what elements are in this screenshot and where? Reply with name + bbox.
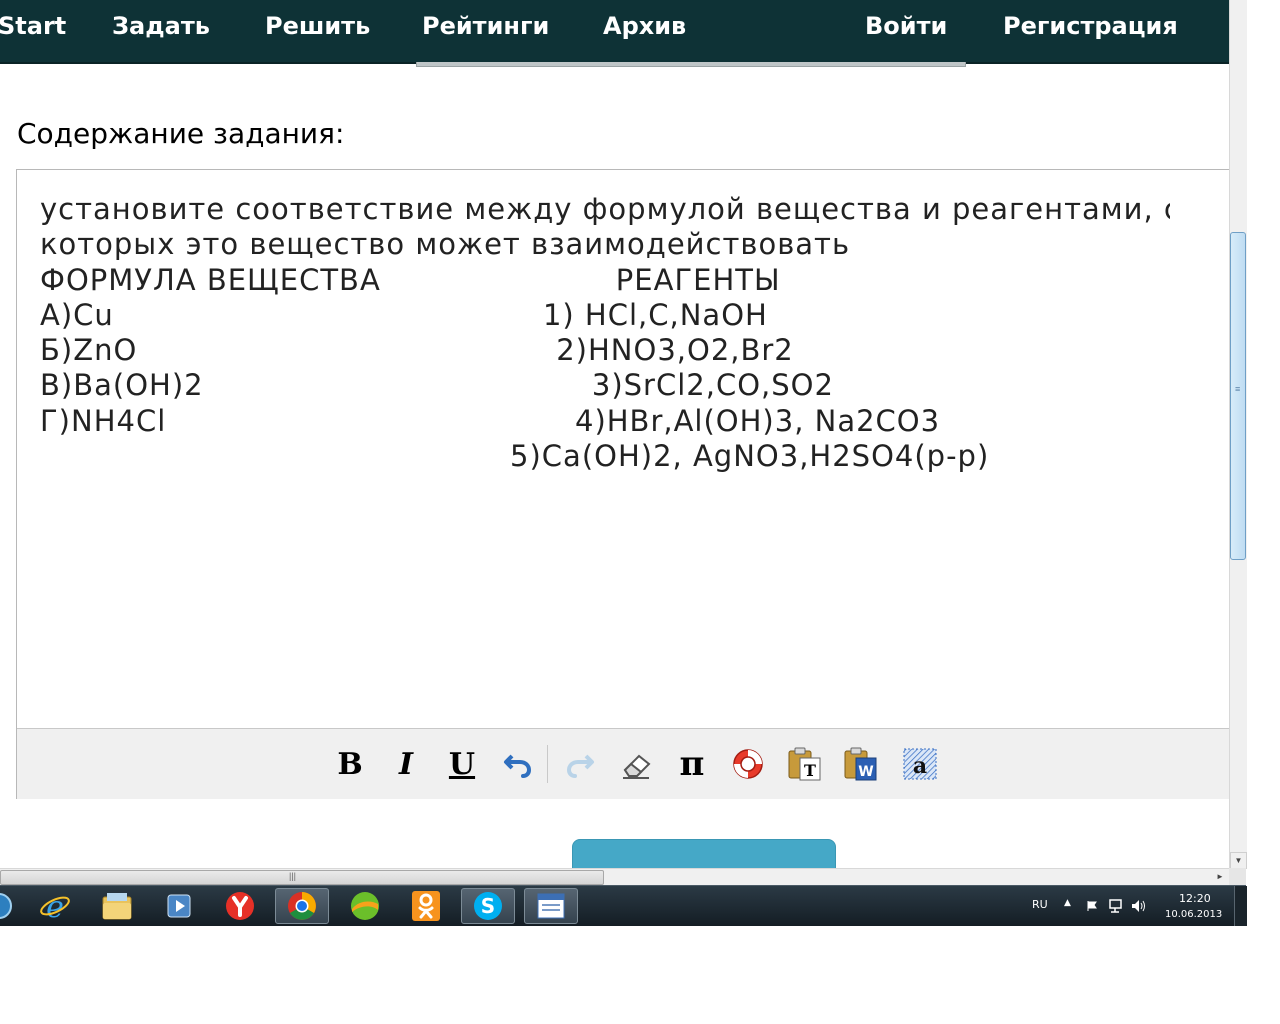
taskbar-app[interactable]: [399, 888, 453, 924]
section-title: Содержание задания:: [17, 117, 345, 150]
clock-time[interactable]: 12:20: [1179, 892, 1211, 905]
nav-register[interactable]: Регистрация: [1003, 12, 1178, 40]
task-line: установите соответствие между формулой в…: [40, 192, 1170, 226]
italic-icon: I: [398, 746, 414, 782]
svg-text:e: e: [46, 890, 64, 922]
horizontal-scroll-thumb[interactable]: |||: [0, 870, 604, 885]
mail-agent-icon: [351, 892, 379, 920]
windows-media-icon: [0, 893, 12, 919]
windows-taskbar: e S RU ▲ 12:20 10.06.2013: [0, 885, 1247, 926]
bold-icon: B: [337, 746, 363, 782]
scroll-down-arrow[interactable]: ▼: [1230, 852, 1247, 869]
scroll-right-arrow[interactable]: ►: [1213, 870, 1227, 883]
nav-dropdown-edge: [416, 62, 966, 67]
nav-ratings[interactable]: Рейтинги: [422, 12, 549, 40]
task-line: Б)ZnO 2)HNO3,O2,Br2: [40, 333, 794, 368]
select-all-icon: a: [903, 748, 937, 780]
select-all-letter: a: [913, 753, 927, 779]
nav-ask[interactable]: Задать: [112, 12, 210, 40]
underline-icon: U: [448, 746, 476, 782]
clock-date[interactable]: 10.06.2013: [1165, 909, 1222, 920]
task-line: которых это вещество может взаимодейство…: [40, 227, 851, 262]
nav-start[interactable]: Start: [0, 12, 66, 40]
paste-text-button[interactable]: T: [786, 746, 822, 782]
nav-solve[interactable]: Решить: [265, 12, 370, 40]
odnoklassniki-icon: [412, 891, 440, 921]
volume-icon[interactable]: [1131, 899, 1147, 913]
editor-content-area[interactable]: установите соответствие между формулой в…: [17, 170, 1230, 728]
grip-icon: |||: [289, 871, 297, 881]
paste-word-icon: W: [844, 747, 877, 781]
file-explorer-icon: [102, 893, 132, 920]
undo-button[interactable]: [500, 746, 536, 782]
taskbar-app[interactable]: e: [28, 888, 82, 924]
media-player-icon: [167, 894, 191, 918]
taskbar-app[interactable]: [524, 888, 578, 924]
redo-icon: [566, 754, 594, 778]
taskbar-app[interactable]: S: [461, 888, 515, 924]
taskbar-app[interactable]: [338, 888, 392, 924]
bold-button[interactable]: B: [332, 746, 368, 782]
chrome-icon: [288, 892, 316, 920]
paste-word-letter: W: [858, 764, 873, 780]
word-document-icon: [537, 893, 565, 919]
task-line: ФОРМУЛА ВЕЩЕСТВА РЕАГЕНТЫ: [40, 262, 781, 297]
vertical-scroll-thumb[interactable]: ≡: [1230, 232, 1246, 560]
select-all-button[interactable]: a: [902, 746, 938, 782]
help-lifebuoy-icon: [733, 749, 763, 779]
taskbar-app[interactable]: [213, 888, 267, 924]
editor-toolbar: B I U π T W a: [17, 728, 1230, 799]
paste-word-button[interactable]: W: [842, 746, 878, 782]
paste-text-letter: T: [804, 761, 816, 780]
underline-button[interactable]: U: [444, 746, 480, 782]
yandex-browser-icon: [226, 892, 254, 920]
task-editor: установите соответствие между формулой в…: [16, 169, 1230, 799]
italic-button[interactable]: I: [388, 746, 424, 782]
taskbar-app[interactable]: [152, 888, 206, 924]
redo-button[interactable]: [562, 746, 598, 782]
taskbar-app[interactable]: [0, 888, 26, 924]
insert-formula-button[interactable]: π: [674, 744, 710, 784]
task-text[interactable]: установите соответствие между формулой в…: [40, 192, 1170, 474]
paste-text-icon: T: [788, 747, 821, 781]
task-line: Г)NH4Cl 4)HBr,Al(OH)3, Na2CO3: [40, 403, 941, 438]
language-indicator[interactable]: RU: [1032, 898, 1048, 911]
grip-icon: ≡: [1235, 384, 1241, 394]
top-nav: Start Задать Решить Рейтинги Архив Войти…: [0, 0, 1229, 64]
pi-icon: π: [679, 744, 705, 784]
help-button[interactable]: [730, 746, 766, 782]
nav-archive[interactable]: Архив: [603, 12, 686, 40]
svg-text:S: S: [481, 894, 495, 918]
show-desktop-button[interactable]: [1234, 886, 1247, 926]
internet-explorer-icon: e: [40, 890, 70, 922]
task-line: 5)Ca(OH)2, AgNO3,H2SO4(р-р): [40, 439, 990, 474]
tray-expand-icon[interactable]: ▲: [1064, 898, 1071, 908]
scrollbar-corner: [1229, 868, 1246, 885]
taskbar-app[interactable]: [90, 888, 144, 924]
toolbar-separator: [547, 745, 548, 783]
undo-icon: [504, 754, 532, 778]
skype-icon: S: [474, 892, 502, 920]
task-line: В)Ba(OH)2 3)SrCl2,CO,SO2: [40, 368, 834, 403]
nav-login[interactable]: Войти: [865, 12, 947, 40]
action-center-flag-icon[interactable]: [1086, 900, 1098, 912]
task-line: А)Cu 1) HCl,C,NaOH: [40, 297, 768, 332]
taskbar-app-active[interactable]: [275, 888, 329, 924]
eraser-icon: [623, 754, 651, 779]
network-icon[interactable]: [1108, 899, 1124, 913]
clear-format-button[interactable]: [618, 746, 654, 782]
